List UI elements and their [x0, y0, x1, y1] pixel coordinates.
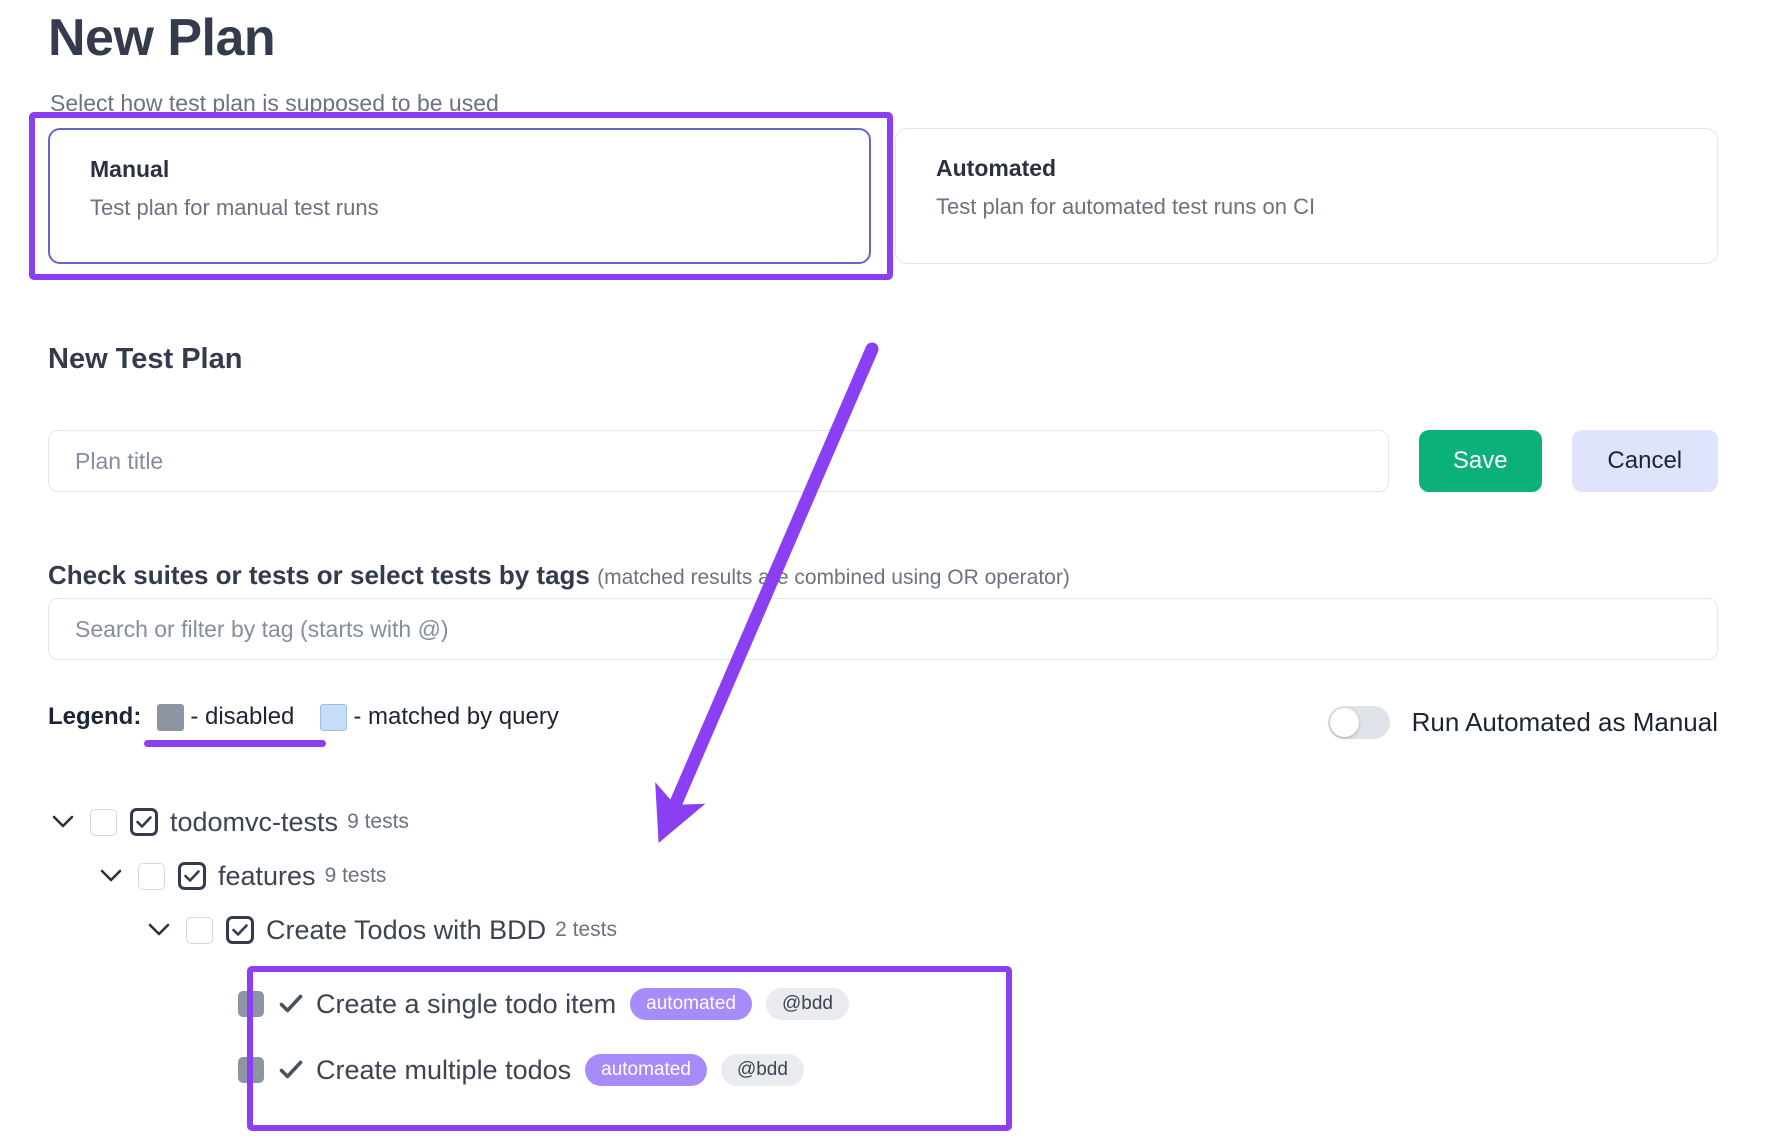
test-row[interactable]: Create a single todo item automated @bdd	[48, 971, 1448, 1037]
toggle-knob	[1329, 708, 1359, 737]
cancel-button[interactable]: Cancel	[1571, 430, 1718, 492]
plan-mode-title-automated: Automated	[936, 155, 1057, 181]
new-plan-page: New Plan Select how test plan is suppose…	[0, 0, 1766, 1144]
plan-mode-desc-manual: Test plan for manual test runs	[90, 195, 379, 220]
disabled-square-icon	[238, 1057, 264, 1083]
test-tag[interactable]: @bdd	[765, 988, 849, 1020]
test-row[interactable]: Create multiple todos automated @bdd	[48, 1037, 1448, 1103]
run-automated-as-manual-row: Run Automated as Manual	[1327, 706, 1718, 739]
tree-count-todomvc-tests: 9 tests	[347, 810, 409, 833]
suite-checked-square-icon	[177, 861, 207, 891]
tree-checkbox-create-todos-with-bdd[interactable]	[186, 916, 213, 944]
plan-mode-title-manual: Manual	[90, 156, 170, 182]
check-icon	[278, 1057, 304, 1083]
plan-mode-cards: Manual Test plan for manual test runs Au…	[48, 128, 1718, 264]
test-tag[interactable]: @bdd	[720, 1054, 804, 1086]
test-name: Create a single todo item	[316, 988, 617, 1019]
save-button[interactable]: Save	[1418, 430, 1542, 492]
tree-count-features: 9 tests	[324, 864, 387, 887]
chevron-down-icon[interactable]	[48, 807, 78, 837]
legend: Legend: - disabled - matched by query	[48, 703, 585, 731]
suite-checked-square-icon	[129, 807, 159, 837]
tree-label-todomvc-tests: todomvc-tests	[170, 806, 339, 837]
test-badge-automated: automated	[585, 1054, 707, 1086]
annotation-underline-legend-disabled	[144, 740, 326, 747]
tags-section-hint: (matched results are combined using OR o…	[597, 566, 1070, 589]
legend-label-matched: - matched by query	[353, 703, 559, 730]
page-title: New Plan	[48, 9, 276, 67]
chevron-down-icon[interactable]	[144, 915, 174, 945]
tree-checkbox-features[interactable]	[138, 862, 165, 890]
legend-swatch-matched-icon	[320, 703, 348, 731]
tag-search-input[interactable]	[48, 598, 1718, 660]
test-name: Create multiple todos	[316, 1054, 572, 1085]
tree-row-features[interactable]: features 9 tests	[48, 849, 1448, 903]
legend-item-matched: - matched by query	[320, 703, 559, 731]
tags-section-label: Check suites or tests or select tests by…	[48, 560, 1070, 591]
tree-row-todomvc-tests[interactable]: todomvc-tests 9 tests	[48, 795, 1448, 849]
run-automated-as-manual-toggle[interactable]	[1327, 706, 1390, 739]
legend-item-disabled: - disabled	[157, 703, 294, 731]
tree-row-create-todos-with-bdd[interactable]: Create Todos with BDD 2 tests	[48, 903, 1448, 957]
test-badge-automated: automated	[630, 988, 752, 1020]
tree-checkbox-todomvc-tests[interactable]	[90, 808, 117, 836]
run-automated-as-manual-label: Run Automated as Manual	[1411, 707, 1718, 737]
legend-label-disabled: - disabled	[190, 703, 295, 730]
chevron-down-icon[interactable]	[96, 861, 126, 891]
disabled-square-icon	[238, 991, 264, 1017]
suite-tree: todomvc-tests 9 tests features 9 tests C…	[48, 795, 1448, 1103]
legend-title: Legend:	[48, 703, 142, 730]
plan-title-row: Save Cancel	[48, 430, 1718, 492]
legend-swatch-disabled-icon	[157, 703, 185, 731]
tree-label-features: features	[218, 860, 316, 891]
check-icon	[278, 991, 304, 1017]
page-subtitle: Select how test plan is supposed to be u…	[50, 90, 499, 116]
section-heading-new-test-plan: New Test Plan	[48, 343, 243, 375]
suite-checked-square-icon	[225, 915, 255, 945]
plan-mode-card-automated[interactable]: Automated Test plan for automated test r…	[895, 128, 1718, 264]
plan-mode-card-manual[interactable]: Manual Test plan for manual test runs	[48, 128, 871, 264]
tree-label-create-todos-with-bdd: Create Todos with BDD	[266, 914, 547, 945]
plan-mode-desc-automated: Test plan for automated test runs on CI	[936, 194, 1316, 219]
tags-section-label-text: Check suites or tests or select tests by…	[48, 560, 590, 590]
tree-count-create-todos-with-bdd: 2 tests	[555, 918, 617, 941]
plan-title-input[interactable]	[48, 430, 1389, 492]
